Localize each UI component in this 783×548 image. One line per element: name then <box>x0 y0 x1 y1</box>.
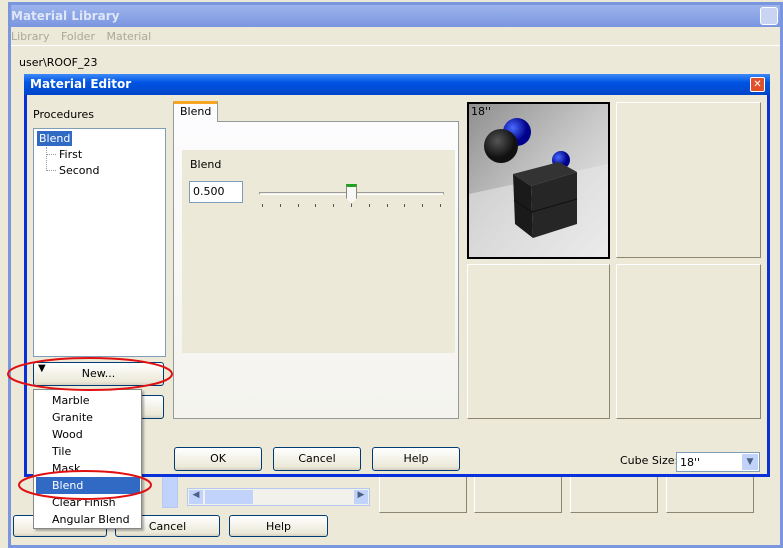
annotation-circle-new <box>7 357 173 391</box>
tab-blend[interactable]: Blend <box>173 101 218 122</box>
annotation-overlay <box>7 357 173 500</box>
annotation-circle-blend <box>18 470 152 500</box>
tab-label: Blend <box>180 105 212 118</box>
